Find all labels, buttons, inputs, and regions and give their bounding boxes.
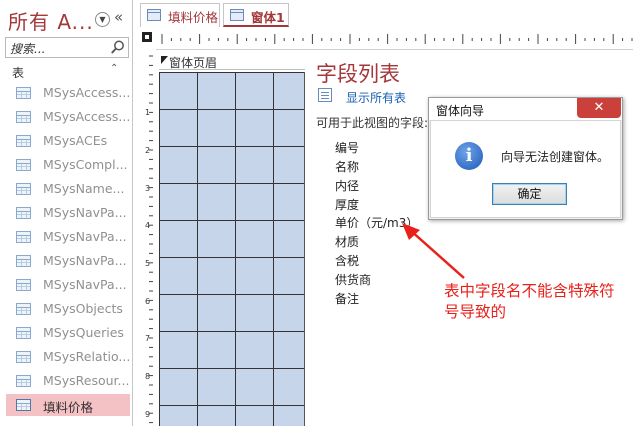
nav-item-label: MSysNavPa... bbox=[43, 205, 127, 220]
nav-group-tables[interactable]: 表 ⌃ bbox=[0, 62, 133, 82]
nav-header: 所有 A... ▼ « bbox=[0, 0, 133, 36]
field-item[interactable]: 厚度 bbox=[335, 196, 359, 213]
nav-item-table[interactable]: MSysObjects bbox=[6, 298, 130, 320]
table-icon bbox=[16, 351, 31, 363]
chevron-down-icon[interactable]: ▼ bbox=[95, 12, 110, 27]
annotation-text: 表中字段名不能含特殊符号导致的 bbox=[444, 282, 615, 321]
field-item[interactable]: 编号 bbox=[335, 139, 359, 156]
section-marker-icon bbox=[161, 56, 168, 64]
nav-item-label: 填料价格 bbox=[43, 400, 94, 415]
ruler-number: 4 bbox=[145, 221, 151, 230]
document-tabs: 填料价格 窗体1 bbox=[136, 0, 633, 28]
field-item[interactable]: 供货商 bbox=[335, 271, 371, 288]
table-icon bbox=[16, 159, 31, 171]
ruler-number: 6 bbox=[145, 297, 151, 306]
tab-label: 窗体1 bbox=[251, 10, 285, 25]
ruler-number: 2 bbox=[145, 146, 151, 155]
dialog-titlebar[interactable]: 窗体向导 ✕ bbox=[429, 98, 622, 120]
nav-group-label: 表 bbox=[12, 66, 25, 80]
horizontal-ruler bbox=[156, 30, 633, 50]
show-all-tables-icon[interactable] bbox=[318, 88, 332, 102]
ruler-number: 9 bbox=[145, 410, 151, 419]
nav-item-label: MSysName... bbox=[43, 181, 125, 196]
nav-item-table[interactable]: MSysNavPa... bbox=[6, 274, 130, 296]
nav-item-label: MSysNavPa... bbox=[43, 253, 127, 268]
nav-item-table[interactable]: MSysNavPa... bbox=[6, 226, 130, 248]
form-design-grid[interactable] bbox=[159, 72, 305, 426]
dialog-title: 窗体向导 bbox=[436, 104, 485, 118]
nav-item-table[interactable]: MSysResour... bbox=[6, 370, 130, 392]
field-item[interactable]: 含税 bbox=[335, 252, 359, 269]
table-icon bbox=[16, 255, 31, 267]
ruler-number: 1 bbox=[145, 108, 151, 117]
table-icon bbox=[16, 399, 31, 411]
nav-item-table[interactable]: MSysCompl... bbox=[6, 154, 130, 176]
nav-item-table[interactable]: MSysAccess... bbox=[6, 82, 130, 104]
nav-item-table[interactable]: MSysNavPa... bbox=[6, 202, 130, 224]
field-item[interactable]: 材质 bbox=[335, 233, 359, 250]
nav-item-label: MSysCompl... bbox=[43, 157, 128, 172]
table-icon bbox=[16, 279, 31, 291]
section-label: 窗体页眉 bbox=[169, 56, 218, 70]
available-fields-label: 可用于此视图的字段: bbox=[316, 116, 429, 130]
table-icon bbox=[16, 135, 31, 147]
nav-item-table[interactable]: MSysNavPa... bbox=[6, 250, 130, 272]
table-icon bbox=[16, 207, 31, 219]
tab-form[interactable]: 窗体1 bbox=[223, 3, 289, 27]
table-icon bbox=[16, 303, 31, 315]
nav-item-label: MSysAccess... bbox=[43, 109, 131, 124]
nav-item-label: MSysACEs bbox=[43, 133, 108, 148]
dialog-body: i 向导无法创建窗体。 确定 bbox=[430, 120, 621, 218]
annotation-arrow-icon bbox=[402, 223, 465, 279]
nav-item-label: MSysNavPa... bbox=[43, 229, 127, 244]
close-icon[interactable]: ✕ bbox=[577, 98, 621, 118]
table-icon bbox=[16, 327, 31, 339]
search-icon[interactable] bbox=[110, 39, 126, 56]
nav-item-label: MSysAccess... bbox=[43, 85, 131, 100]
nav-item-table[interactable]: MSysRelatio... bbox=[6, 346, 130, 368]
ruler-number: 7 bbox=[145, 334, 151, 343]
nav-item-label: MSysResour... bbox=[43, 373, 130, 388]
nav-item-table[interactable]: MSysName... bbox=[6, 178, 130, 200]
table-icon bbox=[16, 375, 31, 387]
ruler-number: 8 bbox=[145, 372, 151, 381]
dialog-message: 向导无法创建窗体。 bbox=[501, 150, 610, 164]
field-item[interactable]: 备注 bbox=[335, 290, 359, 307]
search-input[interactable]: 搜索... bbox=[5, 37, 129, 58]
table-icon bbox=[16, 111, 31, 123]
nav-item-table[interactable]: MSysACEs bbox=[6, 130, 130, 152]
form-header-section-bar[interactable]: 窗体页眉 bbox=[159, 52, 305, 70]
nav-item-label: MSysQueries bbox=[43, 325, 124, 340]
tab-table[interactable]: 填料价格 bbox=[140, 3, 220, 27]
field-item[interactable]: 名称 bbox=[335, 158, 359, 175]
tab-label: 填料价格 bbox=[168, 10, 219, 25]
field-list-title: 字段列表 bbox=[316, 62, 400, 86]
table-icon bbox=[16, 183, 31, 195]
wizard-dialog: 窗体向导 ✕ i 向导无法创建窗体。 确定 bbox=[428, 97, 623, 220]
ruler-number: 5 bbox=[145, 259, 151, 268]
ok-button[interactable]: 确定 bbox=[492, 183, 567, 205]
nav-title[interactable]: 所有 A... bbox=[8, 6, 94, 35]
nav-item-label: MSysNavPa... bbox=[43, 277, 127, 292]
nav-item-label: MSysObjects bbox=[43, 301, 123, 316]
form-selector[interactable] bbox=[142, 32, 152, 42]
show-all-tables-link[interactable]: 显示所有表 bbox=[346, 89, 406, 106]
search-placeholder: 搜索... bbox=[10, 42, 46, 56]
form-icon bbox=[230, 9, 244, 21]
info-icon: i bbox=[455, 142, 483, 170]
field-item[interactable]: 内径 bbox=[335, 177, 359, 194]
table-icon bbox=[16, 87, 31, 99]
table-icon bbox=[16, 231, 31, 243]
ruler-number: 3 bbox=[145, 184, 151, 193]
nav-item-table[interactable]: MSysQueries bbox=[6, 322, 130, 344]
collapse-pane-icon[interactable]: « bbox=[114, 8, 123, 26]
nav-item-table-selected[interactable]: 填料价格 bbox=[6, 394, 130, 416]
navigation-pane: 所有 A... ▼ « 搜索... 表 ⌃ MSysAccess... MSys… bbox=[0, 0, 133, 426]
chevron-up-icon[interactable]: ⌃ bbox=[110, 63, 118, 74]
table-icon bbox=[147, 9, 161, 21]
nav-item-table[interactable]: MSysAccess... bbox=[6, 106, 130, 128]
nav-item-label: MSysRelatio... bbox=[43, 349, 131, 364]
